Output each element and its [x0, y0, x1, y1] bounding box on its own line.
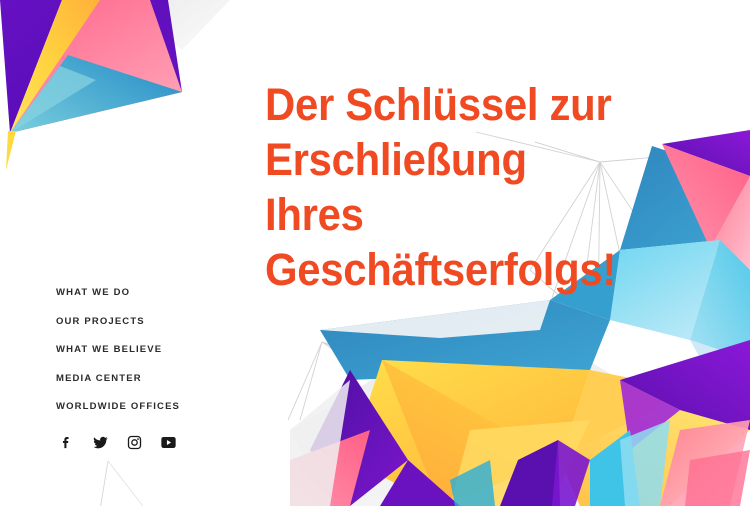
nav-item-what-we-do[interactable]: WHAT WE DO — [56, 288, 180, 298]
facebook-link[interactable] — [58, 434, 75, 451]
artwork-bottom-left-line — [100, 460, 144, 506]
instagram-icon — [127, 435, 142, 450]
headline-line-1: Der Schlüssel zur — [265, 79, 612, 130]
instagram-link[interactable] — [126, 434, 143, 451]
page-title: Der Schlüssel zur Erschließung Ihres Ges… — [265, 78, 656, 298]
nav-item-media-center[interactable]: MEDIA CENTER — [56, 373, 180, 384]
nav-item-what-we-believe[interactable]: WHAT WE BELIEVE — [56, 345, 180, 355]
youtube-icon — [161, 437, 176, 448]
twitter-icon — [93, 436, 108, 449]
hero-page: Der Schlüssel zur Erschließung Ihres Ges… — [0, 0, 750, 506]
nav-item-worldwide-offices[interactable]: WORLDWIDE OFFICES — [56, 402, 180, 412]
headline-line-4: Geschäftserfolgs! — [265, 243, 617, 295]
headline-line-3: Ihres — [265, 188, 364, 240]
nav-item-our-projects[interactable]: OUR PROJECTS — [56, 316, 180, 327]
twitter-link[interactable] — [92, 434, 109, 451]
facebook-icon — [62, 437, 69, 449]
main-navigation: WHAT WE DO OUR PROJECTS WHAT WE BELIEVE … — [56, 288, 180, 412]
artwork-top-left — [0, 0, 230, 170]
youtube-link[interactable] — [160, 434, 177, 451]
social-links — [58, 434, 177, 451]
headline-line-2: Erschließung — [265, 133, 527, 185]
